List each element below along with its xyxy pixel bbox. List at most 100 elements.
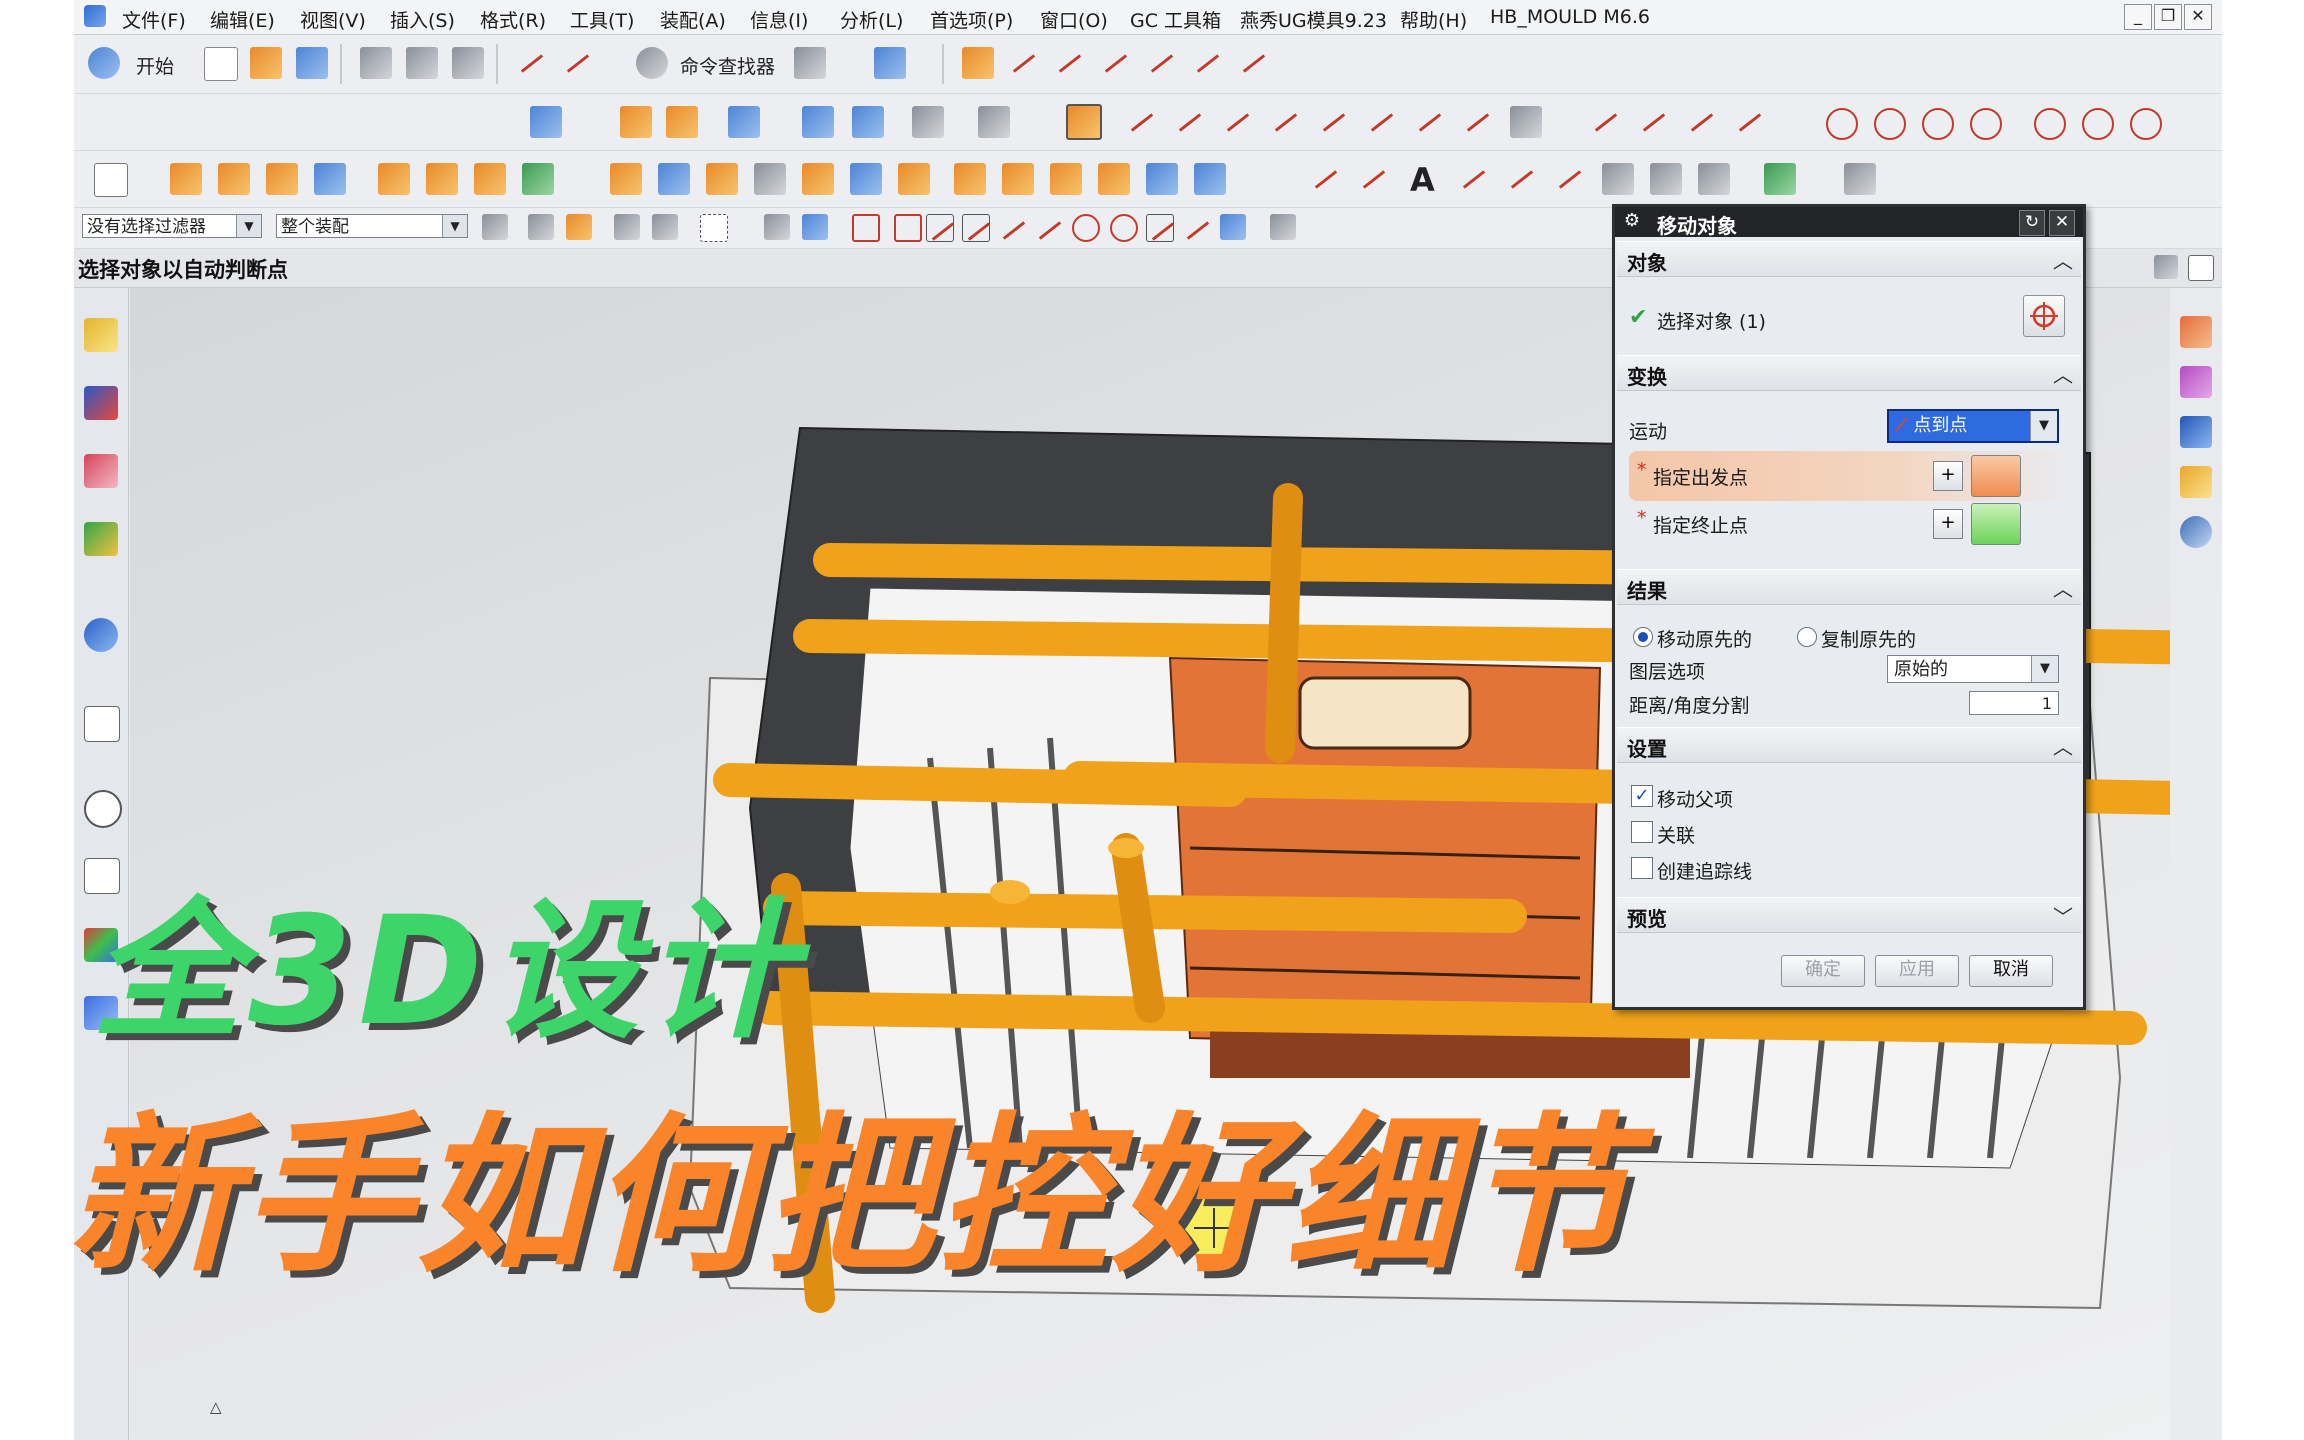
ruler-icon[interactable] [978,106,1010,138]
circle-tangent-icon[interactable] [1922,108,1954,140]
bridge-curve-icon[interactable] [1506,163,1538,195]
cut-icon[interactable] [360,47,392,79]
close-icon[interactable]: ✕ [2184,4,2212,30]
section-transform-header[interactable]: 变换 ︿ [1617,355,2081,391]
offset-icon[interactable] [1458,163,1490,195]
save-icon[interactable] [296,47,328,79]
line-angle-icon[interactable] [1174,106,1206,138]
rectangle-select-icon[interactable] [700,214,728,242]
face-select-icon[interactable] [802,214,828,240]
offset-curve-icon[interactable] [1192,47,1224,79]
subtract-icon[interactable] [658,163,690,195]
replace-face-icon[interactable] [1698,163,1730,195]
select-object-button[interactable] [2023,295,2065,337]
project-curve-icon[interactable] [1146,47,1178,79]
curve-snap-icon[interactable] [998,214,1024,240]
grid-icon[interactable] [1510,106,1542,138]
gear-icon[interactable]: ⚙ [1621,210,1643,232]
blend-icon[interactable] [666,106,698,138]
restore-icon[interactable]: ❐ [2154,4,2182,30]
intersect-icon[interactable] [1054,47,1086,79]
hole-icon[interactable] [266,163,298,195]
hd3d-tools-icon[interactable] [84,618,118,652]
arc-center-snap-icon[interactable] [1072,214,1100,242]
arc-draw-icon[interactable] [1358,163,1390,195]
midpoint-snap-icon[interactable] [926,214,954,242]
window-arrange-icon[interactable] [794,47,826,79]
join-curve-icon[interactable] [1554,163,1586,195]
move-face-icon[interactable] [1650,163,1682,195]
control-point-snap-icon[interactable] [894,214,922,242]
rectangle-curve-icon[interactable] [1686,106,1718,138]
fillet-curve-icon[interactable] [1590,106,1622,138]
render-style-icon[interactable] [2180,516,2212,548]
arc-center-icon[interactable] [2082,108,2114,140]
info-icon[interactable] [874,47,906,79]
menu-preferences[interactable]: 首选项(P) [930,6,1013,33]
sketch-plane-icon[interactable] [94,163,128,197]
point-constructor-icon[interactable]: + [1933,461,1963,491]
point-constructor-icon[interactable]: + [1933,509,1963,539]
full-screen-icon[interactable] [2154,255,2178,279]
trim-body-icon[interactable] [754,163,786,195]
measure-icon[interactable] [912,106,944,138]
distance-split-input[interactable]: 1 [1969,691,2059,715]
close-icon[interactable]: ✕ [2049,210,2075,236]
copy-original-radio[interactable] [1797,627,1817,647]
arc-icon[interactable] [1318,106,1350,138]
unite-icon[interactable] [610,163,642,195]
point-on-curve-snap-icon[interactable] [1182,214,1208,240]
ellipse-icon[interactable] [2034,108,2066,140]
maximize-view-icon[interactable] [2188,255,2214,281]
chamfer-icon[interactable] [954,163,986,195]
selection-intent-icon[interactable] [652,214,678,240]
select-all-icon[interactable] [528,214,554,240]
move-parent-checkbox[interactable]: ✓ [1631,785,1653,807]
snap-toggle-icon[interactable] [1066,104,1102,140]
new-file-icon[interactable] [204,47,238,81]
sphere-icon[interactable] [522,163,554,195]
menu-yanxiu-mold[interactable]: 燕秀UG模具9.23 [1240,6,1387,33]
wave-link-icon[interactable] [1602,163,1634,195]
existing-point-snap-icon[interactable] [1146,214,1174,242]
cancel-button[interactable]: 取消 [1969,955,2053,987]
sew-icon[interactable] [1146,163,1178,195]
extrude-icon[interactable] [170,163,202,195]
selection-filter-select[interactable]: 没有选择过滤器 ▼ [82,214,262,238]
menu-window[interactable]: 窗口(O) [1040,6,1108,33]
datum-csys-icon[interactable] [1764,163,1796,195]
menu-edit[interactable]: 编辑(E) [210,6,275,33]
edge-blend-icon[interactable] [898,163,930,195]
section-view-icon[interactable] [2180,366,2212,398]
ok-button[interactable]: 确定 [1781,955,1865,987]
web-browser-icon[interactable] [84,706,120,742]
binoculars-icon[interactable] [636,47,668,79]
cylinder-icon[interactable] [426,163,458,195]
history-icon[interactable] [84,790,122,828]
circle-three-point-icon[interactable] [1970,108,2002,140]
deselect-icon[interactable] [614,214,640,240]
line-icon[interactable] [1126,106,1158,138]
pattern-icon[interactable] [802,106,834,138]
open-folder-icon[interactable] [250,47,282,79]
split-body-icon[interactable] [802,163,834,195]
intersection-snap-icon[interactable] [1034,214,1060,240]
datum-plane-icon[interactable] [1844,163,1876,195]
show-hide-icon[interactable] [2180,466,2212,498]
menu-format[interactable]: 格式(R) [480,6,546,33]
cone-icon[interactable] [474,163,506,195]
boss-icon[interactable] [314,163,346,195]
line-parallel-icon[interactable] [1222,106,1254,138]
extend-curve-icon[interactable] [1238,47,1270,79]
create-trace-checkbox[interactable] [1631,857,1653,879]
spline-icon[interactable] [1366,106,1398,138]
text-icon[interactable]: A [1410,161,1435,199]
section-result-header[interactable]: 结果 ︿ [1617,569,2081,605]
menu-view[interactable]: 视图(V) [300,6,366,33]
layer-option-select[interactable]: 原始的 ▼ [1887,655,2059,683]
menu-analysis[interactable]: 分析(L) [840,6,903,33]
intersect-body-icon[interactable] [706,163,738,195]
circle-icon[interactable] [1826,108,1858,140]
conic-icon[interactable] [1414,106,1446,138]
paste-icon[interactable] [452,47,484,79]
